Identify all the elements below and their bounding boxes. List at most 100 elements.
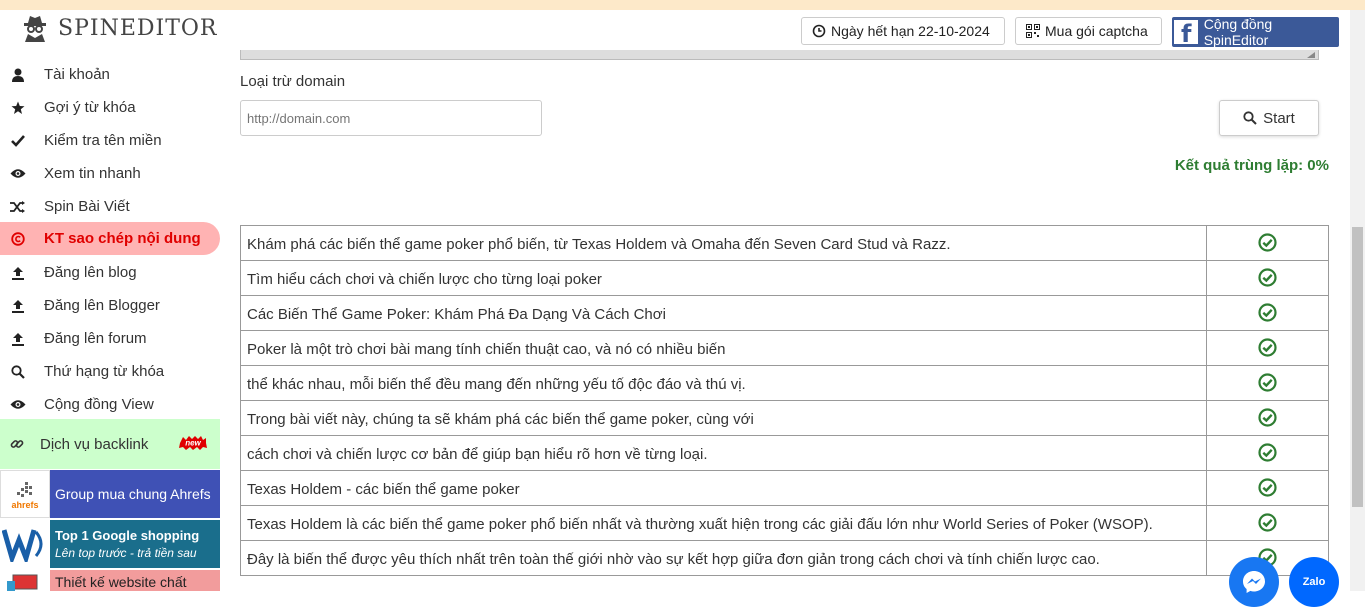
- sidebar-item-post-blogger[interactable]: Đăng lên Blogger: [0, 289, 220, 322]
- ahrefs-logo: ahrefs: [0, 470, 50, 518]
- expiry-button[interactable]: Ngày hết hạn 22-10-2024: [801, 17, 1005, 45]
- banner-web-label: Thiết kế website chất: [55, 574, 187, 590]
- collapsed-panel: [240, 50, 1319, 60]
- sidebar-item-label: Cộng đồng View: [44, 396, 154, 413]
- table-row: thể khác nhau, mỗi biến thể đều mang đến…: [239, 365, 1329, 401]
- table-row: Texas Holdem - các biến thể game poker: [239, 470, 1329, 506]
- banner-web-design[interactable]: Thiết kế website chất: [0, 570, 220, 591]
- logo[interactable]: SPINEDITOR: [22, 14, 217, 42]
- qrcode-icon: [1026, 24, 1040, 38]
- ahrefs-logo-text: ahrefs: [11, 500, 39, 510]
- check-circle-icon: [1258, 512, 1277, 532]
- sidebar-item-label: Dịch vụ backlink: [40, 435, 149, 453]
- table-row: cách chơi và chiến lược cơ bản để giúp b…: [239, 435, 1329, 471]
- result-table: Khám phá các biến thể game poker phổ biế…: [239, 225, 1329, 576]
- resize-handle-icon[interactable]: [1307, 52, 1315, 58]
- search-icon: [9, 364, 27, 379]
- banner-ahrefs[interactable]: ahrefs Group mua chung Ahrefs: [0, 470, 220, 518]
- sidebar-item-label: Kiểm tra tên miền: [44, 132, 162, 149]
- row-status: [1206, 435, 1329, 471]
- table-row: Poker là một trò chơi bài mang tính chiế…: [239, 330, 1329, 366]
- zalo-label: Zalo: [1302, 576, 1326, 588]
- clock-icon: [812, 24, 826, 38]
- logo-text: SPINEDITOR: [58, 15, 218, 41]
- row-text: Trong bài viết này, chúng ta sẽ khám phá…: [239, 400, 1208, 436]
- link-icon: [8, 437, 26, 451]
- check-circle-icon: [1258, 302, 1277, 322]
- check-circle-icon: [1258, 337, 1277, 357]
- scrollbar-thumb[interactable]: [1352, 227, 1363, 507]
- check-circle-icon: [1258, 372, 1277, 392]
- star-icon: [9, 101, 27, 115]
- sidebar-item-keyword-suggest[interactable]: Gợi ý từ khóa: [0, 91, 220, 124]
- row-status: [1206, 330, 1329, 366]
- banner-google-shopping[interactable]: Top 1 Google shopping Lên top trước - tr…: [0, 520, 220, 568]
- facebook-label: Cộng đồng SpinEditor: [1203, 16, 1273, 48]
- check-circle-icon: [1258, 267, 1277, 287]
- sidebar-item-label: Spin Bài Viết: [44, 198, 130, 215]
- row-status: [1206, 365, 1329, 401]
- row-text: cách chơi và chiến lược cơ bản để giúp b…: [239, 435, 1208, 471]
- upload-icon: [9, 266, 27, 280]
- row-status: [1206, 470, 1329, 506]
- captcha-button[interactable]: Mua gói captcha: [1015, 17, 1162, 45]
- row-status: [1206, 505, 1329, 541]
- sidebar-item-label: Thứ hạng từ khóa: [44, 363, 165, 380]
- sidebar: Tài khoản Gợi ý từ khóa Kiểm tra tên miề…: [0, 55, 220, 591]
- check-circle-icon: [1258, 232, 1277, 252]
- new-badge-text: new: [185, 439, 201, 448]
- new-badge: new: [179, 436, 207, 450]
- zalo-button[interactable]: Zalo: [1289, 557, 1339, 607]
- shuffle-icon: [9, 200, 27, 213]
- sidebar-item-copy-check[interactable]: KT sao chép nội dung: [0, 222, 220, 255]
- duplicate-result: Kết quả trùng lặp: 0%: [1174, 157, 1329, 174]
- row-text: Khám phá các biến thể game poker phổ biế…: [239, 225, 1208, 261]
- sidebar-item-post-blog[interactable]: Đăng lên blog: [0, 256, 220, 289]
- sidebar-item-label: Gợi ý từ khóa: [44, 99, 136, 116]
- row-status: [1206, 225, 1329, 261]
- eye-icon: [9, 399, 27, 410]
- sidebar-item-post-forum[interactable]: Đăng lên forum: [0, 322, 220, 355]
- banner-google-title: Top 1 Google shopping: [55, 528, 200, 543]
- captcha-label: Mua gói captcha: [1045, 23, 1148, 39]
- exclude-domain-label: Loại trừ domain: [240, 73, 346, 90]
- messenger-button[interactable]: [1229, 557, 1279, 607]
- banner-google-sub: Lên top trước - trả tiền sau: [55, 546, 197, 560]
- sidebar-item-keyword-rank[interactable]: Thứ hạng từ khóa: [0, 355, 220, 388]
- user-icon: [9, 68, 27, 82]
- sidebar-item-spin-article[interactable]: Spin Bài Viết: [0, 190, 220, 223]
- row-text: Poker là một trò chơi bài mang tính chiế…: [239, 330, 1208, 366]
- banner-ahrefs-label: Group mua chung Ahrefs: [55, 486, 211, 502]
- sidebar-item-backlink[interactable]: Dịch vụ backlink new: [0, 419, 220, 469]
- sidebar-item-community-view[interactable]: Cộng đồng View: [0, 388, 220, 421]
- table-row: Trong bài viết này, chúng ta sẽ khám phá…: [239, 400, 1329, 436]
- top-strip: [0, 0, 1365, 10]
- upload-icon: [9, 332, 27, 346]
- sidebar-item-label: Xem tin nhanh: [44, 165, 141, 182]
- start-label: Start: [1263, 109, 1295, 127]
- domain-input[interactable]: [240, 100, 542, 136]
- upload-icon: [9, 299, 27, 313]
- start-button[interactable]: Start: [1219, 100, 1319, 136]
- sidebar-item-label: Tài khoản: [44, 66, 110, 83]
- messenger-icon: [1243, 571, 1265, 593]
- sidebar-item-label: Đăng lên Blogger: [44, 297, 160, 314]
- web-design-thumb-icon: [0, 570, 50, 591]
- table-row: Khám phá các biến thể game poker phổ biế…: [239, 225, 1329, 261]
- copyright-icon: [9, 231, 27, 246]
- check-circle-icon: [1258, 407, 1277, 427]
- sidebar-item-account[interactable]: Tài khoản: [0, 58, 220, 91]
- facebook-community-button[interactable]: f Cộng đồng SpinEditor: [1172, 16, 1339, 48]
- row-text: Texas Holdem là các biến thể game poker …: [239, 505, 1208, 541]
- facebook-icon: f: [1174, 20, 1198, 48]
- sidebar-item-quick-news[interactable]: Xem tin nhanh: [0, 157, 220, 190]
- spy-logo-icon: [24, 16, 46, 42]
- check-circle-icon: [1258, 442, 1277, 462]
- sidebar-item-label: Đăng lên forum: [44, 330, 147, 347]
- row-status: [1206, 400, 1329, 436]
- sidebar-item-label: Đăng lên blog: [44, 264, 137, 281]
- row-status: [1206, 260, 1329, 296]
- row-text: Tìm hiểu cách chơi và chiến lược cho từn…: [239, 260, 1208, 296]
- sidebar-item-domain-check[interactable]: Kiểm tra tên miền: [0, 124, 220, 157]
- table-row: Các Biến Thể Game Poker: Khám Phá Đa Dạn…: [239, 295, 1329, 331]
